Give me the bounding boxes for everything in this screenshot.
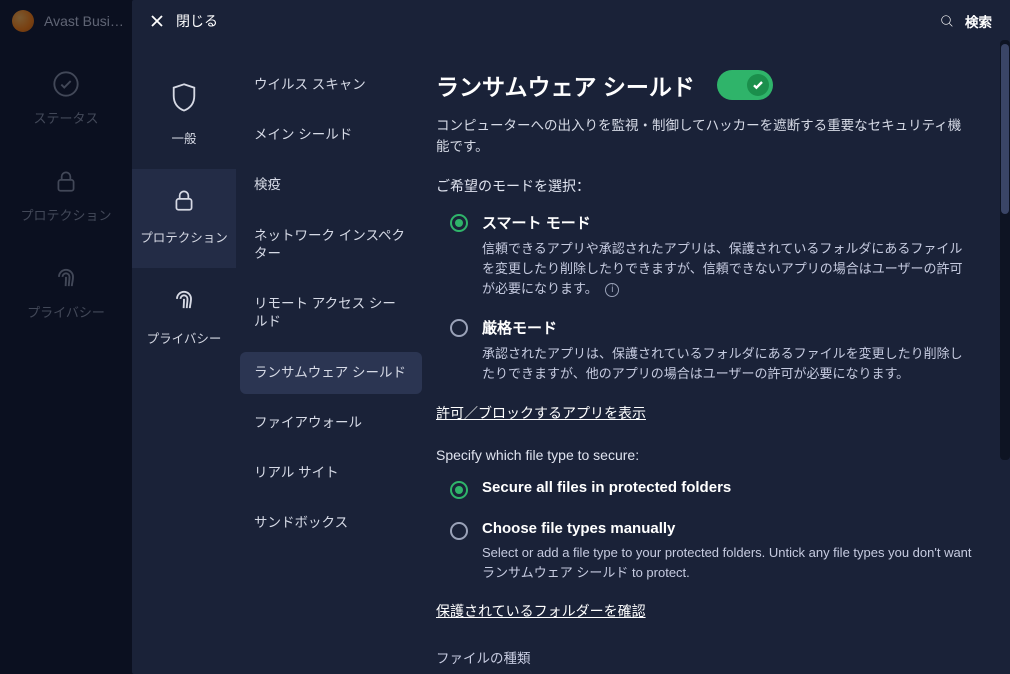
search-icon [939,13,955,29]
sub-sandbox[interactable]: サンドボックス [240,502,422,544]
search-button[interactable]: 検索 [939,11,992,31]
close-icon [150,14,164,28]
mode-smart-desc-text: 信頼できるアプリや承認されたアプリは、保護されているフォルダにあるファイルを変更… [482,241,962,296]
allow-block-link[interactable]: 許可／ブロックするアプリを表示 [436,403,646,423]
category-label: プロテクション [140,227,228,246]
file-opt-choose-manual-desc: Select or add a file type to your protec… [482,543,974,583]
overlay-body: 一般 プロテクション プライバシー ウイルス スキャン メイン シールド 検疫 … [132,42,1010,674]
file-opt-choose-manual-title: Choose file types manually [482,520,974,537]
close-label: 閉じる [176,11,218,31]
bg-sidebar-status: ステータス [0,70,132,127]
sub-real-site[interactable]: リアル サイト [240,452,422,494]
mode-option-strict[interactable]: 厳格モード 承認されたアプリは、保護されているフォルダにあるファイルを変更したり… [436,315,974,400]
bg-sidebar-protection: プロテクション [0,167,132,224]
overlay-header: 閉じる 検索 [132,0,1010,42]
sub-column: ウイルス スキャン メイン シールド 検疫 ネットワーク インスペクター リモー… [236,42,432,674]
scrollbar-thumb[interactable] [1001,44,1009,214]
file-type-label: Specify which file type to secure: [436,447,974,463]
bg-sidebar: ステータス プロテクション プライバシー [0,42,132,674]
search-label: 検索 [965,11,992,31]
category-label: 一般 [171,128,196,147]
feature-description: コンピューターへの出入りを監視・制御してハッカーを遮断する重要なセキュリティ機能… [436,116,974,158]
sub-firewall[interactable]: ファイアウォール [240,402,422,444]
mode-strict-body: 厳格モード 承認されたアプリは、保護されているフォルダにあるファイルを変更したり… [482,317,974,384]
bg-app-title: Avast Busi… [44,13,124,29]
mode-strict-desc: 承認されたアプリは、保護されているフォルダにあるファイルを変更したり削除したりで… [482,344,974,384]
protected-folders-link[interactable]: 保護されているフォルダーを確認 [436,601,646,621]
lock-icon [171,187,197,213]
category-general[interactable]: 一般 [132,64,236,169]
category-protection[interactable]: プロテクション [132,169,236,268]
mode-label: ご希望のモードを選択： [436,176,974,196]
category-privacy[interactable]: プライバシー [132,268,236,369]
status-icon [52,70,80,98]
radio-smart[interactable] [450,214,468,232]
close-button[interactable]: 閉じる [150,11,218,31]
title-row: ランサムウェア シールド [436,68,974,102]
file-opt-secure-all-title: Secure all files in protected folders [482,479,731,496]
file-list-header: ファイルの種類 [436,647,974,667]
check-icon [752,79,764,91]
avast-logo-icon [12,10,34,32]
sub-network-inspector[interactable]: ネットワーク インスペクター [240,215,422,275]
mode-option-smart[interactable]: スマート モード 信頼できるアプリや承認されたアプリは、保護されているフォルダに… [436,210,974,315]
radio-secure-all[interactable] [450,481,468,499]
category-column: 一般 プロテクション プライバシー [132,42,236,674]
sub-remote-access[interactable]: リモート アクセス シールド [240,283,422,343]
bg-sidebar-label: プロテクション [20,205,111,224]
sub-virus-scan[interactable]: ウイルス スキャン [240,64,422,106]
file-opt-choose-manual-body: Choose file types manually Select or add… [482,520,974,583]
content-pane: ランサムウェア シールド コンピューターへの出入りを監視・制御してハッカーを遮断… [432,42,1010,674]
file-opt-secure-all-body: Secure all files in protected folders [482,479,731,502]
category-label: プライバシー [147,328,222,347]
radio-strict[interactable] [450,319,468,337]
radio-choose-manual[interactable] [450,522,468,540]
file-opt-secure-all[interactable]: Secure all files in protected folders [436,477,974,518]
shield-icon [170,82,198,114]
mode-smart-desc: 信頼できるアプリや承認されたアプリは、保護されているフォルダにあるファイルを変更… [482,239,974,299]
file-opt-choose-manual[interactable]: Choose file types manually Select or add… [436,518,974,599]
sub-ransomware[interactable]: ランサムウェア シールド [240,352,422,394]
settings-overlay: 閉じる 検索 一般 プロテクション プライバシー ウイルス スキャン メイン [132,0,1010,674]
sub-main-shield[interactable]: メイン シールド [240,114,422,156]
bg-sidebar-label: ステータス [33,108,98,127]
mode-smart-title: スマート モード [482,212,974,233]
page-title: ランサムウェア シールド [436,68,695,102]
toggle-knob [747,74,769,96]
lock-icon [52,167,80,195]
scrollbar[interactable] [1000,40,1010,460]
sub-quarantine[interactable]: 検疫 [240,164,422,206]
mode-strict-title: 厳格モード [482,317,974,338]
bg-sidebar-privacy: プライバシー [0,264,132,321]
mode-smart-body: スマート モード 信頼できるアプリや承認されたアプリは、保護されているフォルダに… [482,212,974,299]
bg-sidebar-label: プライバシー [27,302,105,321]
fingerprint-icon [52,264,80,292]
feature-toggle[interactable] [717,70,773,100]
info-icon[interactable]: i [605,283,619,297]
fingerprint-icon [170,286,198,314]
